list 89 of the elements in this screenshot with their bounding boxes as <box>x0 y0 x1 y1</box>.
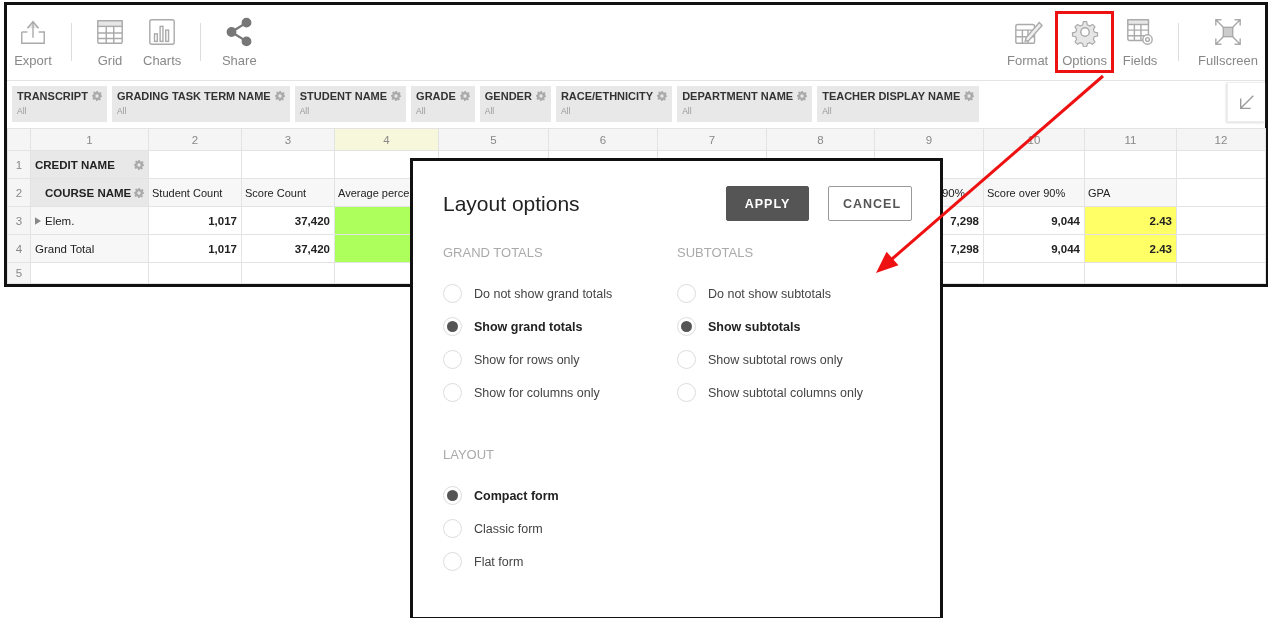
row-label: Elem. <box>45 214 75 227</box>
expand-icon[interactable] <box>35 216 41 225</box>
section-title: GRAND TOTALS <box>443 245 543 260</box>
filter-label: DEPARTMENT NAME <box>682 90 794 102</box>
table-cell: 1,017 <box>148 206 242 235</box>
filter-chip[interactable]: TRANSCRIPT All <box>12 86 107 122</box>
gear-icon[interactable] <box>535 91 546 101</box>
table-cell: 37,420 <box>241 234 335 263</box>
gear-icon[interactable] <box>391 91 402 101</box>
option-label[interactable]: Show for columns only <box>474 385 600 400</box>
toolbar-button[interactable]: Options <box>1055 11 1115 73</box>
filter-value: All <box>116 106 128 116</box>
filter-label: TEACHER DISPLAY NAME <box>822 90 961 102</box>
field-header[interactable]: COURSE NAME <box>30 178 149 207</box>
filter-value: All <box>822 106 833 116</box>
filter-chip[interactable]: STUDENT NAME All <box>294 86 407 122</box>
option-label[interactable]: Do not show grand totals <box>474 286 613 301</box>
dialog-title: Layout options <box>443 191 580 216</box>
row-number: 5 <box>7 262 31 284</box>
table-cell: 9,044 <box>983 234 1085 263</box>
filter-label: STUDENT NAME <box>299 90 388 102</box>
gear-icon[interactable] <box>91 91 102 101</box>
field-label: CREDIT NAME <box>35 158 115 171</box>
filter-label: GRADING TASK TERM NAME <box>116 90 271 102</box>
filter-chip[interactable]: GRADING TASK TERM NAME All <box>111 86 290 122</box>
filter-value: All <box>682 106 693 116</box>
filter-label: TRANSCRIPT <box>17 90 88 102</box>
option-label[interactable]: Show subtotal rows only <box>708 352 843 367</box>
grid-icon <box>95 17 125 47</box>
filter-chip[interactable]: DEPARTMENT NAME All <box>677 86 813 122</box>
section-title: LAYOUT <box>443 447 495 462</box>
table-cell: 2.43 <box>1084 234 1177 263</box>
option-label[interactable]: Show for rows only <box>474 352 580 367</box>
field-label: COURSE NAME <box>45 186 132 199</box>
gear-icon[interactable] <box>134 159 144 170</box>
option-label[interactable]: Show grand totals <box>474 319 583 334</box>
filter-chip[interactable]: TEACHER DISPLAY NAME All <box>817 86 980 122</box>
toolbar-button[interactable]: Export <box>7 11 59 73</box>
table-cell: 37,420 <box>241 206 335 235</box>
arrow-icon <box>1237 93 1256 111</box>
option-label[interactable]: Compact form <box>474 488 559 503</box>
table-cell: 1,017 <box>148 234 242 263</box>
filter-value: All <box>484 106 496 116</box>
toolbar-button[interactable]: Charts <box>136 11 189 73</box>
bar-chart-icon <box>147 17 178 47</box>
field-header[interactable]: CREDIT NAME <box>30 150 149 179</box>
toolbar-button[interactable]: Grid <box>84 11 136 73</box>
filter-chip[interactable]: RACE/ETHNICITY All <box>555 86 673 122</box>
gear-icon[interactable] <box>964 91 975 101</box>
row-number: 3 <box>7 206 31 235</box>
toolbar-button[interactable]: Fields <box>1114 11 1167 73</box>
table-cell: Student Count <box>148 178 242 207</box>
fullscreen-icon <box>1213 17 1243 47</box>
filter-value: All <box>416 106 427 116</box>
gear-icon[interactable] <box>657 91 668 101</box>
table-cell: Score Count <box>241 178 335 207</box>
toolbar-button[interactable]: Fullscreen <box>1191 11 1265 73</box>
row-number: 4 <box>7 234 31 263</box>
table-cell: Score over 90% <box>983 178 1085 207</box>
filter-value: All <box>560 106 572 116</box>
row-label: Grand Total <box>35 242 95 255</box>
filter-label: RACE/ETHNICITY <box>560 90 654 102</box>
option-label[interactable]: Show subtotals <box>708 319 801 334</box>
row-number: 1 <box>7 150 31 179</box>
filter-chip[interactable]: GRADE All <box>411 86 475 122</box>
filter-chip[interactable]: GENDER All <box>479 86 551 122</box>
filter-value: All <box>299 106 311 116</box>
filter-label: GRADE <box>416 90 456 102</box>
section-title: SUBTOTALS <box>677 245 754 260</box>
filter-label: GENDER <box>484 90 532 102</box>
gear-icon[interactable] <box>797 91 808 101</box>
option-label[interactable]: Flat form <box>474 554 524 569</box>
filter-value: All <box>17 106 28 116</box>
gear-icon[interactable] <box>274 91 285 101</box>
row-number: 2 <box>7 178 31 207</box>
table-cell: 9,044 <box>983 206 1085 235</box>
collapse-button[interactable] <box>1227 82 1265 122</box>
apply-button[interactable]: APPLY <box>726 186 809 221</box>
option-label[interactable]: Classic form <box>474 521 543 536</box>
cancel-button[interactable]: CANCEL <box>828 186 912 221</box>
option-label[interactable]: Show subtotal columns only <box>708 385 863 400</box>
gear-icon[interactable] <box>134 187 144 198</box>
table-cell: GPA <box>1084 178 1177 207</box>
table-gear-icon <box>1125 17 1156 47</box>
toolbar-button[interactable]: Format <box>1000 11 1056 73</box>
toolbar-button[interactable]: Share <box>213 11 266 73</box>
gear-icon[interactable] <box>459 91 470 101</box>
option-label[interactable]: Do not show subtotals <box>708 286 831 301</box>
table-cell: 2.43 <box>1084 206 1177 235</box>
